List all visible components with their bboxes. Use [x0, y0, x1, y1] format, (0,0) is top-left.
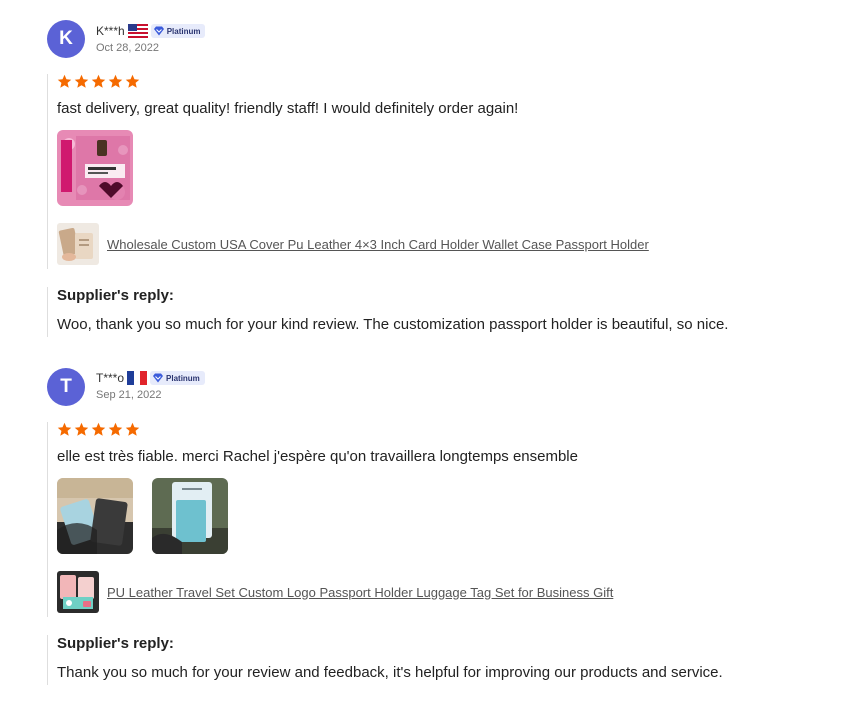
review-date: Sep 21, 2022	[96, 389, 162, 401]
star-icon	[57, 74, 72, 90]
star-icon	[108, 422, 123, 438]
product-link-row[interactable]: PU Leather Travel Set Custom Logo Passpo…	[57, 571, 613, 613]
product-link-row[interactable]: Wholesale Custom USA Cover Pu Leather 4×…	[57, 223, 649, 265]
reviewer-meta: K***h Platinum Oct 28, 2022	[96, 23, 206, 54]
review-photo[interactable]	[57, 130, 133, 206]
diamond-icon	[153, 373, 164, 383]
review-photos	[57, 478, 613, 554]
review-date: Oct 28, 2022	[96, 42, 159, 54]
star-rating	[57, 422, 613, 438]
review-photo[interactable]	[152, 478, 228, 554]
reply-text: Woo, thank you so much for your kind rev…	[57, 316, 729, 333]
reply-title: Supplier's reply:	[57, 635, 174, 652]
product-link[interactable]: PU Leather Travel Set Custom Logo Passpo…	[107, 585, 613, 600]
platinum-badge: Platinum	[150, 24, 206, 38]
fr-flag-icon	[127, 371, 148, 385]
reply-text: Thank you so much for your review and fe…	[57, 664, 723, 681]
star-icon	[91, 422, 106, 438]
review-comment: fast delivery, great quality! friendly s…	[57, 100, 519, 117]
product-thumbnail[interactable]	[57, 223, 99, 265]
review-comment: elle est très fiable. merci Rachel j'esp…	[57, 448, 578, 465]
reviewer-name: K***h	[96, 24, 125, 38]
product-thumbnail[interactable]	[57, 571, 99, 613]
star-icon	[74, 74, 89, 90]
review-body: fast delivery, great quality! friendly s…	[47, 74, 649, 269]
star-icon	[91, 74, 106, 90]
star-icon	[74, 422, 89, 438]
badge-label: Platinum	[166, 26, 201, 36]
us-flag-icon	[127, 24, 148, 38]
star-rating	[57, 74, 649, 90]
reviewer-meta: T***o Platinum Sep 21, 2022	[96, 370, 205, 401]
supplier-reply: Supplier's reply: Woo, thank you so much…	[47, 287, 728, 337]
avatar: K	[47, 20, 85, 58]
star-icon	[57, 422, 72, 438]
star-icon	[125, 74, 140, 90]
star-icon	[125, 422, 140, 438]
review-body: elle est très fiable. merci Rachel j'esp…	[47, 422, 613, 617]
avatar: T	[47, 368, 85, 406]
review-photos	[57, 130, 649, 206]
reply-title: Supplier's reply:	[57, 287, 174, 304]
reviewer-name: T***o	[96, 371, 125, 385]
product-link[interactable]: Wholesale Custom USA Cover Pu Leather 4×…	[107, 237, 649, 252]
diamond-icon	[153, 26, 164, 36]
star-icon	[108, 74, 123, 90]
supplier-reply: Supplier's reply: Thank you so much for …	[47, 635, 723, 685]
badge-label: Platinum	[166, 373, 200, 383]
platinum-badge: Platinum	[150, 371, 205, 385]
review-photo[interactable]	[57, 478, 133, 554]
